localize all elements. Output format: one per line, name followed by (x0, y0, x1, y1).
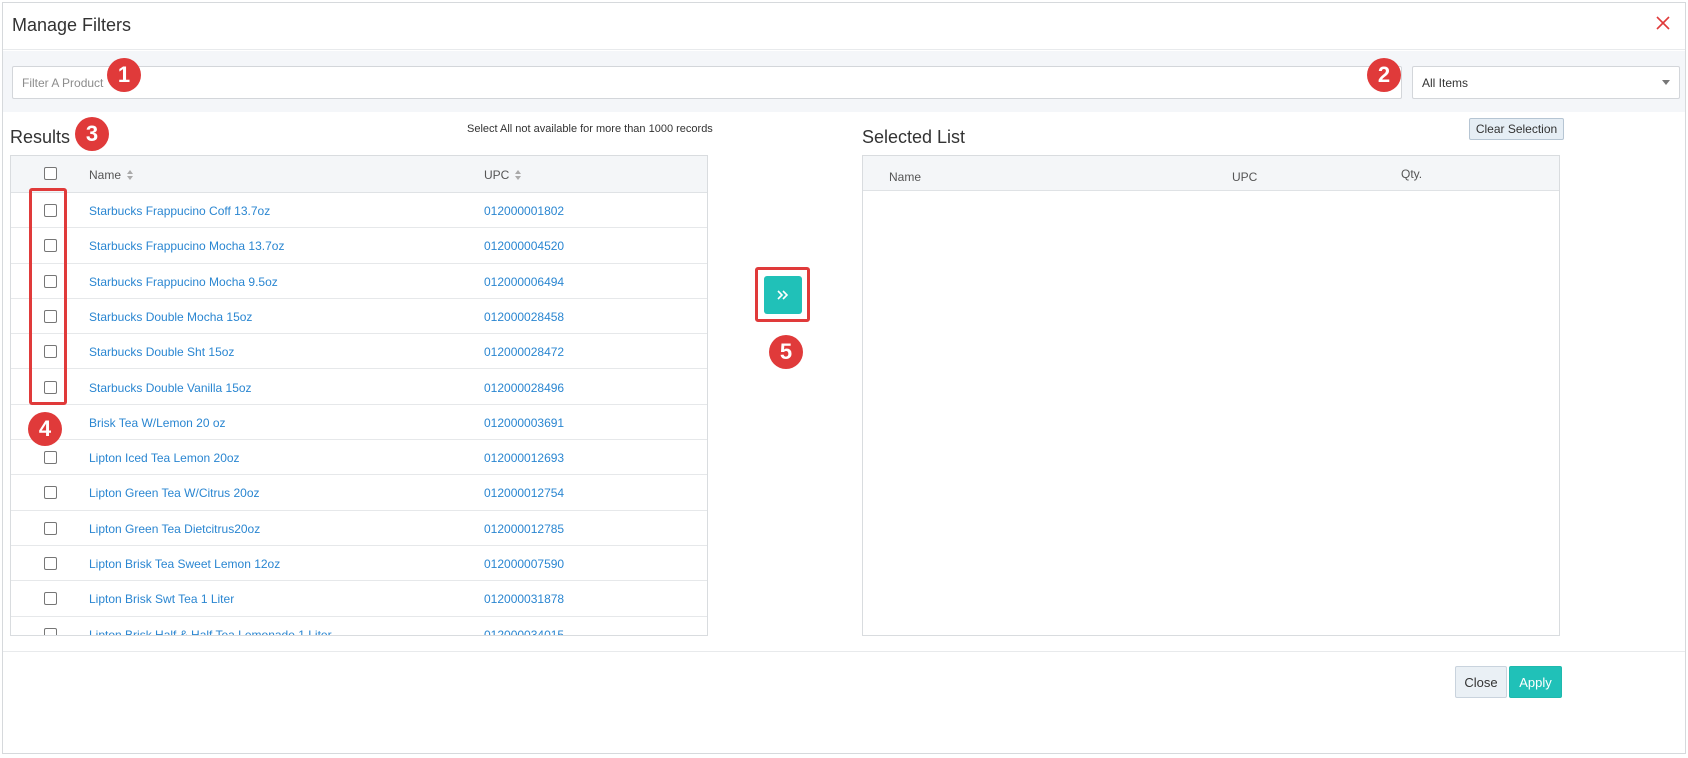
modal-title: Manage Filters (12, 15, 132, 35)
product-name-link[interactable]: Starbucks Double Vanilla 15oz (89, 381, 252, 395)
selected-qty-column-header: Qty. (1401, 167, 1423, 181)
upc-column-header[interactable]: UPC (484, 168, 522, 182)
product-name-link[interactable]: Lipton Brisk Tea Sweet Lemon 12oz (89, 557, 280, 571)
close-button[interactable]: Close (1455, 666, 1507, 698)
sort-icon (127, 170, 134, 180)
annotation-badge-2: 2 (1367, 58, 1401, 92)
footer-divider (3, 651, 1685, 652)
product-name-link[interactable]: Lipton Brisk Half & Half Tea Lemonade 1 … (89, 628, 332, 635)
item-scope-value: All Items (1422, 76, 1469, 90)
results-table: Name UPC Starbucks Frappucino Coff 13.7o… (10, 155, 708, 636)
row-checkbox[interactable] (44, 521, 57, 535)
product-upc-link[interactable]: 012000031878 (484, 592, 564, 606)
table-row[interactable]: Brisk Tea W/Lemon 20 oz 012000003691 (11, 405, 707, 441)
table-row[interactable]: Starbucks Frappucino Mocha 13.7oz 0120000… (11, 228, 707, 264)
product-upc-link[interactable]: 012000004520 (484, 239, 564, 253)
chevron-down-icon (1662, 80, 1670, 85)
results-header-row: Name UPC (11, 156, 707, 193)
table-row[interactable]: Lipton Brisk Half & Half Tea Lemonade 1 … (11, 617, 707, 635)
name-column-label: Name (89, 168, 122, 182)
select-all-note: Select All not available for more than 1… (467, 123, 713, 135)
clear-selection-button[interactable]: Clear Selection (1469, 118, 1564, 140)
move-to-selected-button[interactable] (764, 276, 802, 314)
row-checkbox[interactable] (44, 451, 57, 465)
product-name-link[interactable]: Lipton Brisk Swt Tea 1 Liter (89, 592, 234, 606)
annotation-badge-3: 3 (75, 117, 109, 151)
sort-icon (515, 170, 522, 180)
selected-header-row: Name UPC Qty. (863, 156, 1559, 191)
table-row[interactable]: Lipton Brisk Swt Tea 1 Liter 012000031878 (11, 581, 707, 617)
annotation-badge-4: 4 (28, 412, 62, 446)
product-name-link[interactable]: Starbucks Frappucino Mocha 13.7oz (89, 239, 284, 253)
product-name-link[interactable]: Lipton Iced Tea Lemon 20oz (89, 451, 240, 465)
table-row[interactable]: Starbucks Double Mocha 15oz 012000028458 (11, 299, 707, 335)
table-row[interactable]: Starbucks Frappucino Mocha 9.5oz 01200000… (11, 264, 707, 299)
product-upc-link[interactable]: 012000034015 (484, 628, 564, 635)
table-row[interactable]: Starbucks Frappucino Coff 13.7oz 01200000… (11, 193, 707, 229)
product-upc-link[interactable]: 012000006494 (484, 275, 564, 289)
table-row[interactable]: Starbucks Double Vanilla 15oz 01200002849… (11, 370, 707, 405)
product-upc-link[interactable]: 012000028496 (484, 381, 564, 395)
row-checkbox[interactable] (44, 592, 57, 606)
selected-list-title: Selected List (862, 127, 966, 147)
annotation-badge-5: 5 (769, 335, 803, 369)
product-upc-link[interactable]: 012000003691 (484, 416, 564, 430)
product-upc-link[interactable]: 012000028458 (484, 310, 564, 324)
selected-list-table: Name UPC Qty. (862, 155, 1560, 636)
close-icon[interactable] (1653, 13, 1673, 33)
row-checkbox[interactable] (44, 557, 57, 570)
filter-product-input[interactable] (13, 67, 1363, 98)
table-row[interactable]: Starbucks Double Sht 15oz 012000028472 (11, 334, 707, 370)
row-checkbox[interactable] (44, 486, 57, 500)
product-upc-link[interactable]: 012000007590 (484, 557, 564, 571)
table-row[interactable]: Lipton Green Tea W/Citrus 20oz 0120000127… (11, 475, 707, 511)
name-column-header[interactable]: Name (89, 168, 134, 182)
product-name-link[interactable]: Lipton Green Tea W/Citrus 20oz (89, 486, 260, 500)
manage-filters-modal: Manage Filters All Items Results Select … (2, 2, 1686, 754)
filter-product-field (12, 66, 1402, 99)
product-name-link[interactable]: Lipton Green Tea Dietcitrus20oz (89, 522, 260, 536)
results-title: Results (10, 127, 71, 147)
item-scope-select[interactable]: All Items (1412, 66, 1680, 99)
selected-upc-column-header: UPC (1232, 170, 1258, 184)
table-row[interactable]: Lipton Green Tea Dietcitrus20oz 012000012… (11, 511, 707, 546)
product-name-link[interactable]: Starbucks Double Mocha 15oz (89, 310, 252, 324)
double-chevron-right-icon (777, 290, 789, 300)
select-all-checkbox[interactable] (44, 167, 57, 180)
row-checkbox[interactable] (44, 627, 57, 635)
checkbox-column-highlight (29, 188, 67, 405)
filter-bar: All Items (3, 51, 1685, 112)
annotation-badge-1: 1 (107, 58, 141, 92)
selected-name-column-header: Name (889, 170, 922, 184)
product-upc-link[interactable]: 012000012693 (484, 451, 564, 465)
product-upc-link[interactable]: 012000028472 (484, 345, 564, 359)
product-name-link[interactable]: Starbucks Frappucino Coff 13.7oz (89, 204, 270, 218)
product-name-link[interactable]: Brisk Tea W/Lemon 20 oz (89, 416, 226, 430)
product-upc-link[interactable]: 012000012754 (484, 486, 564, 500)
product-upc-link[interactable]: 012000012785 (484, 522, 564, 536)
apply-button[interactable]: Apply (1509, 666, 1562, 698)
modal-header: Manage Filters (3, 3, 1685, 50)
table-row[interactable]: Lipton Iced Tea Lemon 20oz 012000012693 (11, 440, 707, 476)
upc-column-label: UPC (484, 168, 510, 182)
table-row[interactable]: Lipton Brisk Tea Sweet Lemon 12oz 0120000… (11, 546, 707, 582)
product-upc-link[interactable]: 012000001802 (484, 204, 564, 218)
product-name-link[interactable]: Starbucks Double Sht 15oz (89, 345, 234, 359)
product-name-link[interactable]: Starbucks Frappucino Mocha 9.5oz (89, 275, 278, 289)
